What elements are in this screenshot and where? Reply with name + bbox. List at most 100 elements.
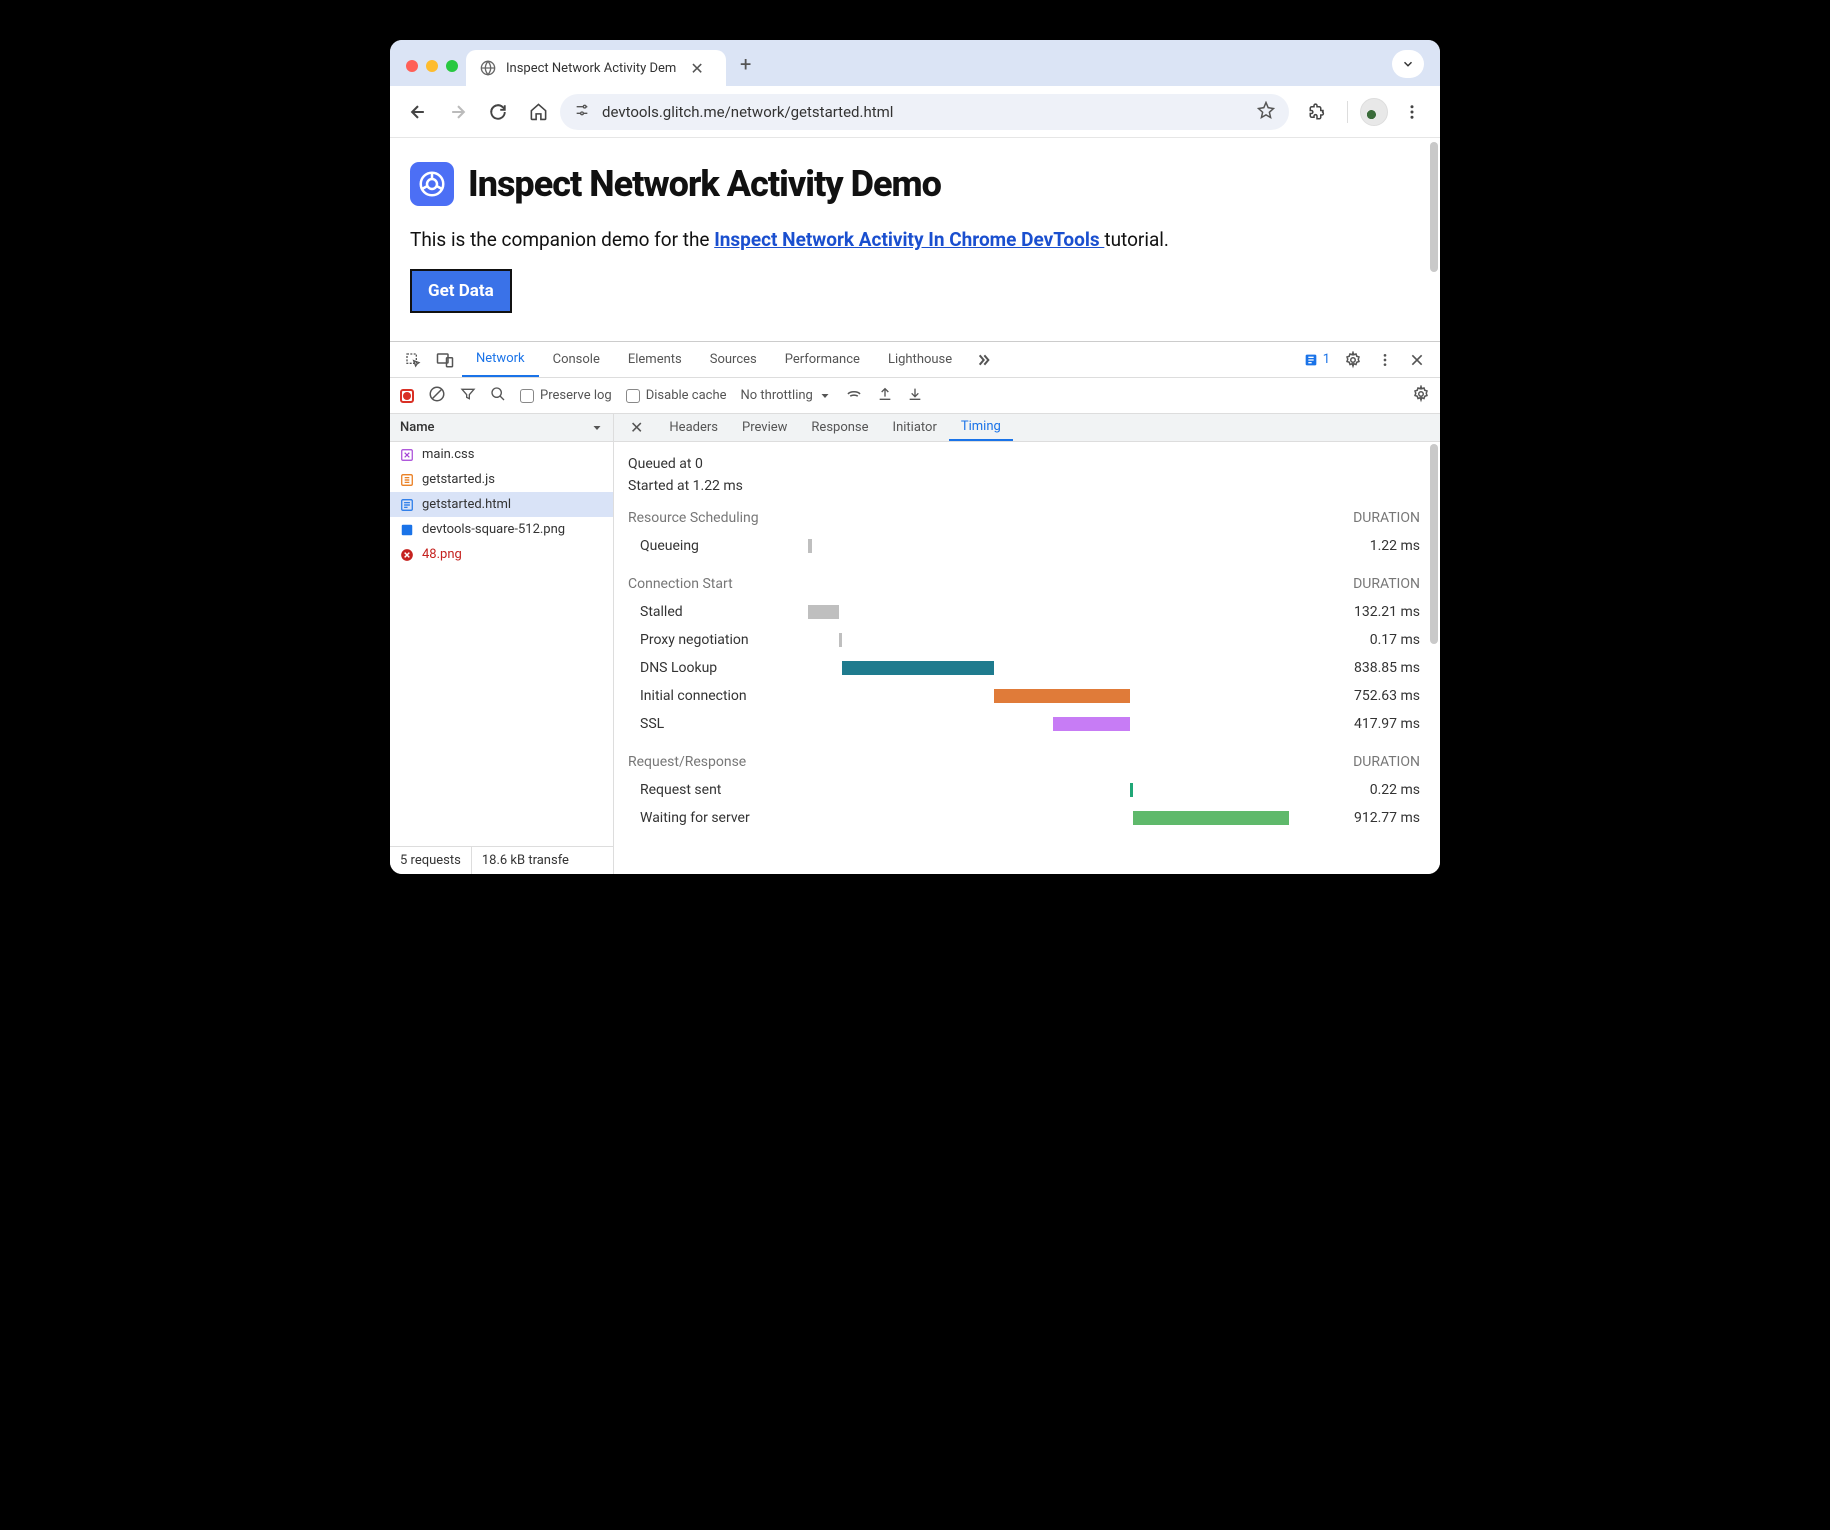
- timing-duration: 0.17 ms: [1330, 632, 1420, 648]
- clear-icon[interactable]: [428, 385, 446, 407]
- devtools-tab-elements[interactable]: Elements: [614, 342, 696, 377]
- timing-label: SSL: [628, 716, 808, 732]
- timing-section-header: Connection StartDURATION: [628, 576, 1420, 592]
- menu-icon[interactable]: [1394, 94, 1430, 130]
- devtools-tab-lighthouse[interactable]: Lighthouse: [874, 342, 966, 377]
- more-tabs-icon[interactable]: [968, 345, 998, 375]
- detail-tab-response[interactable]: Response: [799, 414, 880, 441]
- record-button[interactable]: [400, 389, 414, 403]
- tab-search-button[interactable]: [1392, 50, 1424, 78]
- export-har-icon[interactable]: [877, 386, 893, 406]
- timing-row: Proxy negotiation 0.17 ms: [628, 626, 1420, 654]
- profile-avatar[interactable]: [1360, 98, 1388, 126]
- devtools-tab-network[interactable]: Network: [462, 342, 539, 377]
- tutorial-link[interactable]: Inspect Network Activity In Chrome DevTo…: [714, 228, 1104, 251]
- desc-prefix: This is the companion demo for the: [410, 228, 714, 251]
- detail-scrollbar[interactable]: [1430, 444, 1438, 644]
- file-type-icon: [400, 473, 414, 487]
- timing-bar: [839, 633, 842, 647]
- reload-button[interactable]: [480, 94, 516, 130]
- network-conditions-icon[interactable]: [845, 385, 863, 407]
- minimize-window-button[interactable]: [426, 60, 438, 72]
- timing-label: Proxy negotiation: [628, 632, 808, 648]
- file-type-icon: [400, 498, 414, 512]
- desc-suffix: tutorial.: [1104, 228, 1169, 251]
- timing-bar-zone: [808, 661, 1330, 675]
- devtools-menu-icon[interactable]: [1370, 345, 1400, 375]
- file-type-icon: [400, 548, 414, 562]
- disable-cache-checkbox[interactable]: Disable cache: [626, 388, 727, 403]
- devtools-tab-console[interactable]: Console: [539, 342, 614, 377]
- page-scrollbar[interactable]: [1430, 142, 1438, 272]
- timing-panel: Queued at 0 Started at 1.22 ms Resource …: [614, 442, 1440, 832]
- devtools-tab-performance[interactable]: Performance: [771, 342, 874, 377]
- address-bar[interactable]: devtools.glitch.me/network/getstarted.ht…: [560, 94, 1289, 130]
- site-info-icon[interactable]: [574, 102, 590, 122]
- search-icon[interactable]: [490, 386, 506, 406]
- home-button[interactable]: [520, 94, 556, 130]
- detail-tab-timing[interactable]: Timing: [949, 414, 1013, 441]
- request-list-footer: 5 requests 18.6 kB transfe: [390, 846, 613, 874]
- timing-row: DNS Lookup838.85 ms: [628, 654, 1420, 682]
- import-har-icon[interactable]: [907, 386, 923, 406]
- devtools-body: Name main.cssgetstarted.jsgetstarted.htm…: [390, 414, 1440, 874]
- detail-tab-headers[interactable]: Headers: [657, 414, 730, 441]
- timing-bar: [1130, 783, 1133, 797]
- network-settings-icon[interactable]: [1412, 385, 1430, 407]
- timing-bar: [1133, 811, 1290, 825]
- extensions-icon[interactable]: [1299, 94, 1335, 130]
- back-button[interactable]: [400, 94, 436, 130]
- issues-button[interactable]: 1: [1303, 352, 1330, 368]
- new-tab-button[interactable]: +: [726, 52, 751, 86]
- request-list: Name main.cssgetstarted.jsgetstarted.htm…: [390, 414, 614, 874]
- request-row[interactable]: getstarted.js: [390, 467, 613, 492]
- maximize-window-button[interactable]: [446, 60, 458, 72]
- request-row[interactable]: main.css: [390, 442, 613, 467]
- devtools-tab-sources[interactable]: Sources: [696, 342, 771, 377]
- device-toggle-icon[interactable]: [430, 345, 460, 375]
- timing-row: Stalled132.21 ms: [628, 598, 1420, 626]
- timing-duration: 912.77 ms: [1330, 810, 1420, 826]
- timing-section-header: Request/ResponseDURATION: [628, 754, 1420, 770]
- close-detail-icon[interactable]: ✕: [620, 418, 653, 437]
- settings-icon[interactable]: [1338, 345, 1368, 375]
- get-data-button[interactable]: Get Data: [410, 269, 512, 313]
- timing-bar: [808, 539, 812, 553]
- close-devtools-icon[interactable]: [1402, 345, 1432, 375]
- bookmark-icon[interactable]: [1257, 101, 1275, 123]
- request-row[interactable]: devtools-square-512.png: [390, 517, 613, 542]
- timing-bar-zone: [808, 605, 1330, 619]
- timing-row: SSL417.97 ms: [628, 710, 1420, 738]
- timing-row: Initial connection752.63 ms: [628, 682, 1420, 710]
- request-list-header[interactable]: Name: [390, 414, 613, 442]
- timing-bar-zone: [808, 539, 1330, 553]
- page-description: This is the companion demo for the Inspe…: [410, 228, 1420, 251]
- timing-label: Request sent: [628, 782, 808, 798]
- timing-bar-zone: [808, 689, 1330, 703]
- forward-button[interactable]: [440, 94, 476, 130]
- timing-bar-zone: [808, 783, 1330, 797]
- timing-label: Queueing: [628, 538, 808, 554]
- timing-bar-zone: [808, 717, 1330, 731]
- started-at: Started at 1.22 ms: [628, 478, 1420, 494]
- window-controls: [400, 60, 466, 86]
- requests-count: 5 requests: [390, 847, 472, 874]
- detail-tab-preview[interactable]: Preview: [730, 414, 799, 441]
- timing-section-header: Resource SchedulingDURATION: [628, 510, 1420, 526]
- browser-tab[interactable]: Inspect Network Activity Dem ✕: [466, 50, 726, 86]
- detail-tab-initiator[interactable]: Initiator: [881, 414, 949, 441]
- close-tab-button[interactable]: ✕: [686, 59, 707, 78]
- file-type-icon: [400, 523, 414, 537]
- globe-icon: [480, 60, 496, 76]
- timing-duration: 752.63 ms: [1330, 688, 1420, 704]
- timing-row: Queueing1.22 ms: [628, 532, 1420, 560]
- timing-bar: [808, 605, 839, 619]
- close-window-button[interactable]: [406, 60, 418, 72]
- preserve-log-checkbox[interactable]: Preserve log: [520, 388, 612, 403]
- timing-duration: 838.85 ms: [1330, 660, 1420, 676]
- throttling-select[interactable]: No throttling: [741, 388, 831, 403]
- request-row[interactable]: 48.png: [390, 542, 613, 567]
- request-row[interactable]: getstarted.html: [390, 492, 613, 517]
- inspect-element-icon[interactable]: [398, 345, 428, 375]
- filter-icon[interactable]: [460, 386, 476, 406]
